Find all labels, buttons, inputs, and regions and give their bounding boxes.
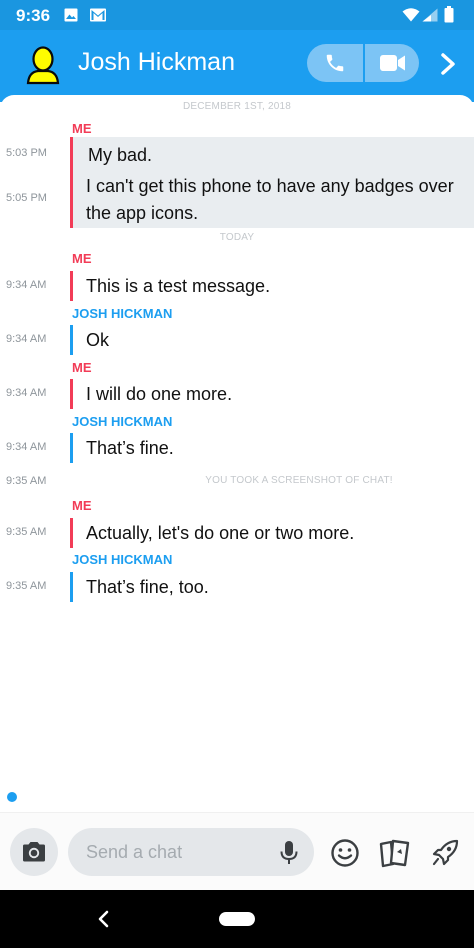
chevron-right-icon [441, 53, 455, 75]
image-notification-icon [64, 8, 78, 22]
message-time: 5:05 PM [6, 192, 47, 204]
voice-call-button[interactable] [307, 44, 363, 82]
message-text: the app icons. [86, 203, 199, 223]
sender-label: ME [72, 498, 92, 513]
date-separator: TODAY [219, 232, 255, 243]
video-icon [380, 55, 405, 71]
message-group[interactable]: My bad. I can't get this phone to have a… [70, 137, 474, 228]
sender-label: JOSH HICKMAN [72, 306, 173, 321]
status-time: 9:36 [16, 6, 51, 25]
avatar-icon[interactable] [26, 46, 60, 86]
chat-header: Josh Hickman [0, 30, 474, 102]
chat-thread[interactable]: DECEMBER 1ST, 2018 ME My bad. I can't ge… [0, 95, 474, 825]
chat-input[interactable] [86, 828, 276, 876]
message-time: 9:34 AM [6, 279, 47, 291]
sender-label: ME [72, 360, 92, 375]
sender-label: JOSH HICKMAN [72, 414, 173, 429]
message-bubble[interactable]: I will do one more. [70, 379, 232, 409]
contact-name[interactable]: Josh Hickman [78, 48, 235, 77]
cards-icon [379, 839, 410, 868]
typing-indicator [7, 792, 17, 802]
message-bubble[interactable]: That’s fine, too. [70, 572, 209, 602]
video-call-button[interactable] [365, 44, 421, 82]
sender-label: JOSH HICKMAN [72, 552, 173, 567]
message-time: 9:34 AM [6, 333, 47, 345]
wifi-icon [402, 8, 420, 22]
open-profile-button[interactable] [432, 46, 464, 82]
date-separator: DECEMBER 1ST, 2018 [182, 101, 292, 112]
chat-input-container [68, 828, 314, 876]
phone-icon [326, 54, 344, 72]
sender-label: ME [72, 251, 92, 266]
microphone-icon[interactable] [278, 840, 300, 866]
message-time: 9:35 AM [6, 580, 47, 592]
emoji-button[interactable] [328, 836, 362, 870]
message-bubble[interactable]: That’s fine. [70, 433, 174, 463]
emoji-icon [331, 839, 359, 867]
message-text: My bad. [88, 145, 153, 165]
message-bubble[interactable]: Actually, let's do one or two more. [70, 518, 354, 548]
gmail-notification-icon [90, 8, 106, 22]
stickers-button[interactable] [378, 836, 412, 870]
camera-button[interactable] [10, 828, 58, 876]
cellular-signal-icon [422, 8, 438, 22]
system-nav-bar [0, 890, 474, 948]
message-text: I can't get this phone to have any badge… [86, 176, 454, 196]
camera-icon [23, 842, 45, 862]
message-bubble[interactable]: Ok [70, 325, 109, 355]
call-actions [307, 44, 419, 82]
status-bar: 9:36 [0, 0, 474, 30]
back-icon[interactable] [94, 907, 114, 931]
games-button[interactable] [428, 836, 462, 870]
message-time: 9:35 AM [6, 526, 47, 538]
sender-label: ME [72, 121, 92, 136]
message-bubble[interactable]: This is a test message. [70, 271, 270, 301]
battery-icon [444, 6, 454, 23]
chat-input-bar [0, 812, 474, 890]
screenshot-notice: YOU TOOK A SCREENSHOT OF CHAT! [205, 475, 393, 486]
message-time: 5:03 PM [6, 147, 47, 159]
rocket-icon [432, 839, 459, 866]
message-time: 9:34 AM [6, 441, 47, 453]
message-time: 9:34 AM [6, 387, 47, 399]
home-pill-icon[interactable] [219, 912, 255, 926]
notice-time: 9:35 AM [6, 475, 47, 487]
